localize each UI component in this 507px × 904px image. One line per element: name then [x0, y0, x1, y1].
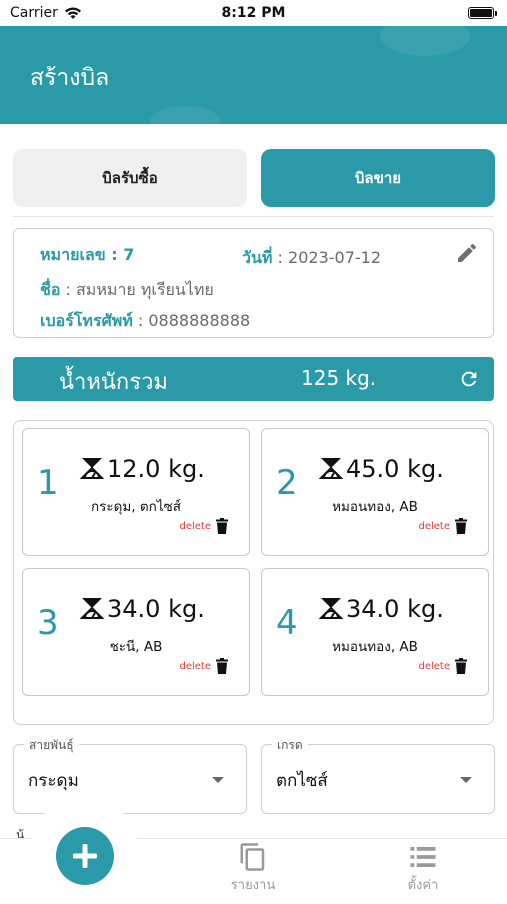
item-description: กระดุม, ตกไซส์ — [90, 499, 182, 515]
bill-info-card: หมายเลข : 7 วันที่ : 2023-07-12 ชื่อ : ส… — [13, 228, 494, 338]
customer-phone: เบอร์โทรศัพท์ : 0888888888 — [40, 309, 250, 334]
refresh-icon[interactable] — [458, 368, 480, 390]
item-card[interactable]: 4 34.0 kg. หมอนทอง, AB delete — [261, 568, 489, 696]
edit-icon[interactable] — [455, 241, 479, 265]
item-weight: 34.0 kg. — [107, 595, 205, 623]
wifi-icon — [64, 7, 81, 19]
scale-icon — [79, 458, 105, 479]
item-card[interactable]: 1 12.0 kg. กระดุม, ตกไซส์ delete — [22, 428, 250, 556]
customer-phone-label: เบอร์โทรศัพท์ — [40, 311, 133, 330]
battery-icon — [468, 7, 497, 19]
customer-phone-value: : 0888888888 — [132, 311, 251, 330]
bill-date-value: : 2023-07-12 — [272, 248, 382, 267]
customer-name: ชื่อ : สมหมาย ทุเรียนไทย — [40, 278, 214, 303]
bill-date-label: วันที่ — [242, 248, 273, 267]
bill-number: หมายเลข : 7 — [40, 243, 134, 268]
trash-icon[interactable] — [215, 518, 229, 534]
nav-settings-label: ตั้งค่า — [407, 878, 439, 893]
delete-button[interactable]: delete — [179, 521, 211, 532]
scale-icon — [318, 458, 344, 479]
add-button[interactable] — [56, 827, 114, 885]
item-weight: 34.0 kg. — [346, 595, 444, 623]
tab-buy-bill[interactable]: บิลรับซื้อ — [13, 149, 247, 207]
nav-report[interactable]: รายงาน — [213, 842, 293, 895]
variety-select[interactable]: สายพันธุ์ กระดุม — [13, 736, 247, 814]
item-description: ชะนี, AB — [109, 639, 163, 655]
item-card[interactable]: 2 45.0 kg. หมอนทอง, AB delete — [261, 428, 489, 556]
total-weight-value: 125 kg. — [301, 366, 377, 390]
header-decoration — [380, 16, 470, 56]
app-header: สร้างบิล — [0, 16, 507, 136]
delete-button[interactable]: delete — [179, 661, 211, 672]
variety-legend: สายพันธุ์ — [24, 736, 79, 755]
total-weight-bar: น้ำหนักรวม 125 kg. — [13, 357, 494, 401]
carrier-label: Carrier — [10, 5, 58, 21]
page-title: สร้างบิล — [30, 65, 110, 91]
grade-legend: เกรด — [272, 736, 308, 755]
nav-settings[interactable]: ตั้งค่า — [383, 842, 463, 895]
nav-report-label: รายงาน — [230, 878, 276, 893]
list-icon — [410, 847, 436, 867]
customer-name-value: : สมหมาย ทุเรียนไทย — [60, 280, 214, 299]
add-icon — [73, 844, 97, 868]
bill-number-label: หมายเลข : 7 — [40, 245, 135, 264]
grade-value: ตกไซส์ — [276, 771, 328, 791]
delete-button[interactable]: delete — [418, 521, 450, 532]
trash-icon[interactable] — [454, 658, 468, 674]
item-weight: 12.0 kg. — [107, 455, 205, 483]
tab-sell-bill[interactable]: บิลขาย — [261, 149, 495, 207]
delete-button[interactable]: delete — [418, 661, 450, 672]
customer-name-label: ชื่อ — [40, 280, 61, 299]
scale-icon — [318, 598, 344, 619]
grade-select[interactable]: เกรด ตกไซส์ — [261, 736, 495, 814]
divider — [13, 216, 494, 217]
item-description: หมอนทอง, AB — [332, 499, 418, 515]
header-decoration — [150, 106, 220, 136]
trash-icon[interactable] — [454, 518, 468, 534]
scale-icon — [79, 598, 105, 619]
trash-icon[interactable] — [215, 658, 229, 674]
item-card[interactable]: 3 34.0 kg. ชะนี, AB delete — [22, 568, 250, 696]
chevron-down-icon — [460, 777, 472, 783]
chevron-down-icon — [212, 777, 224, 783]
copy-icon — [240, 843, 265, 871]
bill-date: วันที่ : 2023-07-12 — [242, 246, 381, 271]
items-grid: 1 12.0 kg. กระดุม, ตกไซส์ delete 2 45.0 … — [13, 420, 494, 725]
variety-value: กระดุม — [28, 771, 79, 791]
carrier-group: Carrier — [10, 5, 82, 21]
total-weight-label: น้ำหนักรวม — [59, 370, 168, 395]
item-weight: 45.0 kg. — [346, 455, 444, 483]
item-description: หมอนทอง, AB — [332, 639, 418, 655]
